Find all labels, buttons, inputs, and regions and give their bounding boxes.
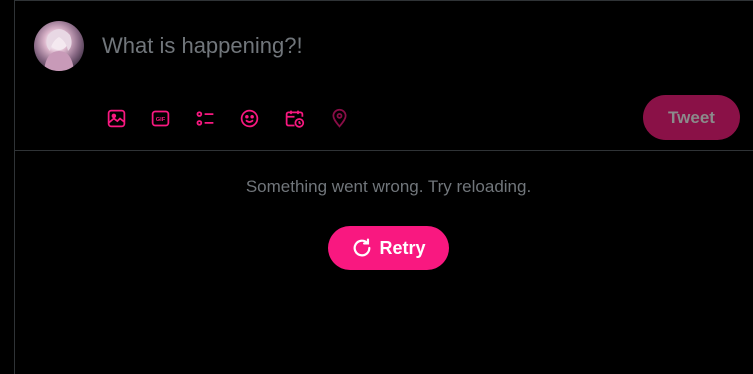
tweet-button[interactable]: Tweet <box>643 95 740 140</box>
user-avatar-icon <box>44 29 74 71</box>
app-frame: GIF <box>0 0 753 374</box>
poll-icon[interactable] <box>191 104 219 132</box>
gif-icon[interactable]: GIF <box>146 104 174 132</box>
compose-input[interactable] <box>102 28 702 64</box>
image-icon[interactable] <box>102 104 130 132</box>
divider <box>14 150 753 151</box>
avatar[interactable] <box>34 21 84 71</box>
emoji-icon[interactable] <box>235 104 263 132</box>
refresh-icon <box>354 238 371 257</box>
schedule-icon[interactable] <box>280 104 308 132</box>
error-message: Something went wrong. Try reloading. <box>245 177 532 196</box>
top-border <box>14 0 753 1</box>
retry-label: Retry <box>379 237 426 258</box>
retry-button[interactable]: Retry <box>328 226 449 270</box>
gif-icon-label: GIF <box>155 117 165 123</box>
location-icon[interactable] <box>325 104 353 132</box>
